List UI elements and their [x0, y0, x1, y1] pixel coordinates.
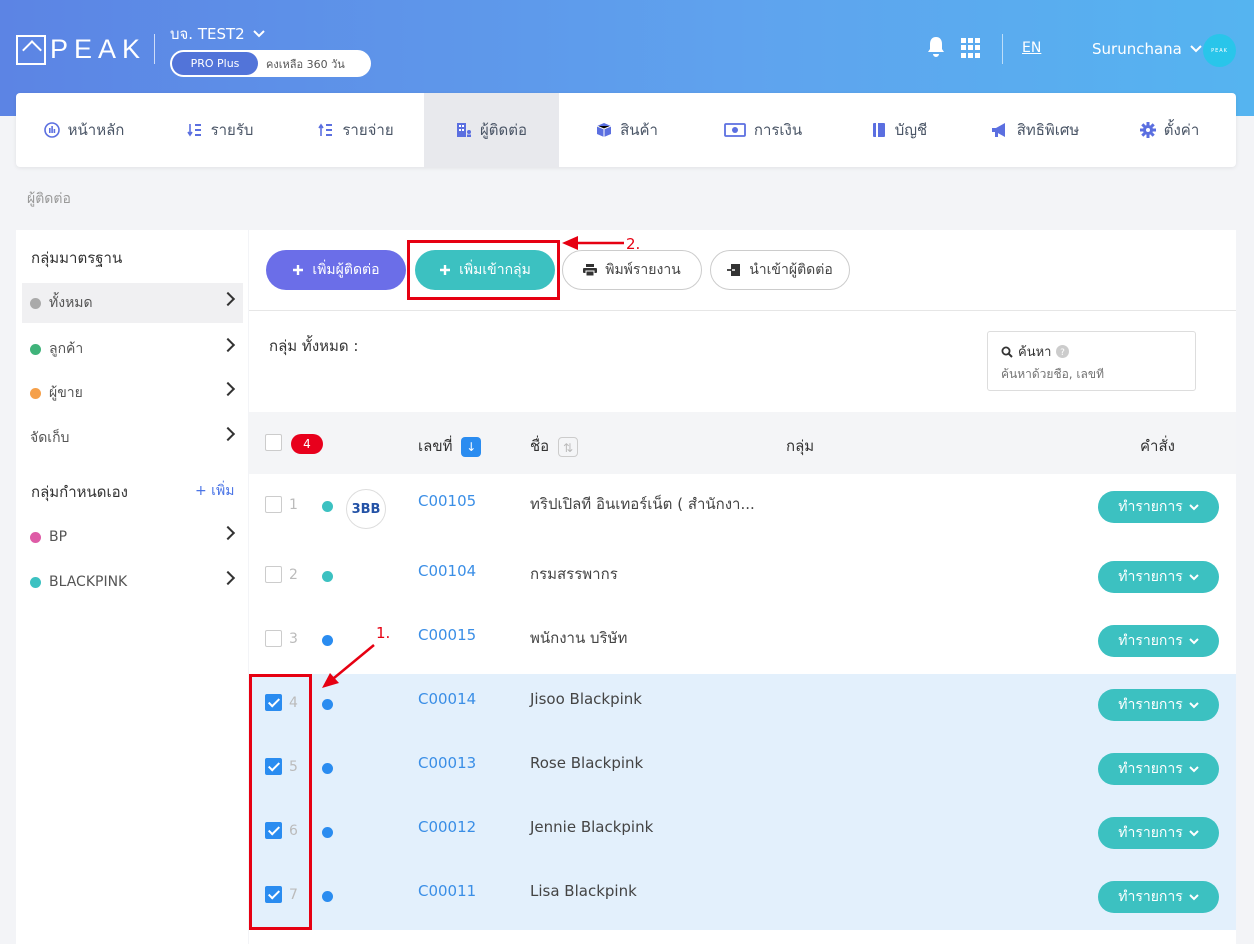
- annotation-arrows: [322, 236, 624, 688]
- annotation-step-2: 2.: [626, 235, 641, 253]
- annotation-step-1: 1.: [376, 624, 391, 642]
